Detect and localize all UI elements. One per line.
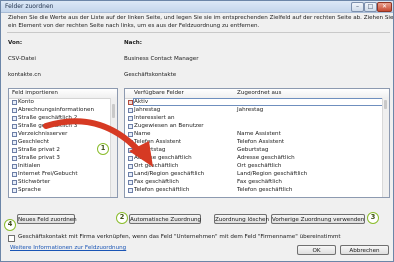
available-field-label: Fax geschäftlich bbox=[134, 179, 179, 185]
instructions: Ziehen Sie die Werte aus der Liste auf d… bbox=[8, 15, 394, 30]
available-field-row[interactable]: Telefon geschäftlich Telefon geschäftlich bbox=[125, 187, 389, 194]
available-field-row[interactable]: Interessiert an bbox=[125, 115, 389, 122]
available-field-row[interactable]: Telefon Assistent Telefon Assistent bbox=[125, 139, 389, 146]
import-field-label: Initialen bbox=[18, 163, 41, 169]
mapped-from-value: Name Assistent bbox=[237, 131, 281, 137]
field-icon bbox=[12, 148, 17, 153]
import-field-label: Stichwörter bbox=[18, 179, 51, 185]
field-mapping-dialog: Felder zuordnen – □ ✕ Ziehen Sie die Wer… bbox=[0, 0, 394, 262]
to-label: Nach: bbox=[124, 40, 142, 46]
from-label: Von: bbox=[8, 40, 23, 46]
available-field-row[interactable]: Fax geschäftlich Fax geschäftlich bbox=[125, 179, 389, 186]
from-file: kontakte.cn bbox=[8, 72, 41, 78]
import-field-header: Feld importieren bbox=[9, 89, 117, 99]
available-fields-scrollbar[interactable] bbox=[382, 98, 389, 197]
import-field-header-label: Feld importieren bbox=[12, 90, 58, 96]
mapped-from-value: Fax geschäftlich bbox=[237, 179, 282, 185]
available-field-row[interactable]: Adresse geschäftlich Adresse geschäftlich bbox=[125, 155, 389, 162]
help-link[interactable]: Weitere Informationen zur Feldzuordnung bbox=[10, 245, 126, 251]
import-field-label: Sprache bbox=[18, 187, 41, 193]
mapped-from-value: Jahrestag bbox=[237, 107, 264, 113]
drag-arrow-shaft bbox=[43, 118, 144, 156]
mapped-from-value: Ort geschäftlich bbox=[237, 163, 282, 169]
import-field-item[interactable]: Sprache bbox=[9, 187, 117, 194]
available-field-row[interactable]: Ort geschäftlich Ort geschäftlich bbox=[125, 163, 389, 170]
field-icon bbox=[128, 188, 133, 193]
available-field-label: Telefon geschäftlich bbox=[134, 187, 190, 193]
import-field-item[interactable]: Stichwörter bbox=[9, 179, 117, 186]
field-icon bbox=[12, 188, 17, 193]
close-button[interactable]: ✕ bbox=[377, 2, 392, 12]
link-company-checkbox[interactable] bbox=[8, 235, 15, 242]
available-field-row[interactable]: Zugewiesen an Benutzer bbox=[125, 123, 389, 130]
field-icon bbox=[12, 116, 17, 121]
field-icon bbox=[128, 172, 133, 177]
import-field-label: Konto bbox=[18, 99, 34, 105]
mapped-from-value: Telefon Assistent bbox=[237, 139, 285, 145]
to-target: Business Contact Manager bbox=[124, 56, 199, 62]
field-icon bbox=[12, 140, 17, 145]
available-field-row[interactable]: Aktiv bbox=[125, 98, 389, 106]
import-field-item[interactable]: Internet Frei/Gebucht bbox=[9, 171, 117, 178]
to-type: Geschäftskontakte bbox=[124, 72, 177, 78]
available-field-row[interactable]: Jahrestag Jahrestag bbox=[125, 107, 389, 114]
cancel-button[interactable]: Abbrechen bbox=[340, 245, 389, 255]
title-bar: Felder zuordnen – □ ✕ bbox=[1, 1, 393, 13]
clear-mapping-button[interactable]: Zuordnung löschen bbox=[214, 214, 269, 224]
ok-button[interactable]: OK bbox=[297, 245, 336, 255]
field-icon bbox=[12, 132, 17, 137]
automatic-mapping-button[interactable]: Automatische Zuordnung bbox=[129, 214, 201, 224]
available-field-row[interactable]: Name Name Assistent bbox=[125, 131, 389, 138]
callout-3: 3 bbox=[367, 212, 379, 224]
divider bbox=[7, 32, 390, 33]
window-title: Felder zuordnen bbox=[5, 3, 54, 10]
available-fields-header: Verfügbare Felder Zugeordnet aus bbox=[125, 89, 389, 99]
available-field-label: Land/Region geschäftlich bbox=[134, 171, 205, 177]
link-company-label: Geschäftskontakt mit Firma verknüpfen, w… bbox=[18, 234, 341, 240]
available-fields-list[interactable]: Verfügbare Felder Zugeordnet aus Aktiv Ja… bbox=[124, 88, 390, 198]
instructions-line-2: ein Element von der rechten Seite nach l… bbox=[8, 22, 260, 29]
import-field-label: Internet Frei/Gebucht bbox=[18, 171, 78, 177]
field-icon bbox=[128, 180, 133, 185]
mapped-from-value: Adresse geschäftlich bbox=[237, 155, 295, 161]
selected-row-outline bbox=[133, 98, 383, 106]
field-icon bbox=[12, 156, 17, 161]
available-fields-header-label: Verfügbare Felder bbox=[134, 90, 184, 96]
drag-arrow bbox=[43, 118, 153, 167]
minimize-button[interactable]: – bbox=[351, 2, 364, 12]
field-icon bbox=[12, 124, 17, 129]
callout-2: 2 bbox=[116, 212, 128, 224]
previous-mapping-button[interactable]: Vorherige Zuordnung verwenden bbox=[271, 214, 365, 224]
maximize-button[interactable]: □ bbox=[364, 2, 377, 12]
new-field-mapping-button[interactable]: Neues Feld zuordnen bbox=[17, 214, 77, 224]
mapped-from-header-label: Zugeordnet aus bbox=[237, 90, 282, 96]
field-icon bbox=[12, 108, 17, 113]
field-icon bbox=[12, 100, 17, 105]
mapped-from-value: Geburtstag bbox=[237, 147, 269, 153]
field-icon bbox=[12, 164, 17, 169]
callout-1: 1 bbox=[97, 143, 109, 155]
field-icon bbox=[12, 172, 17, 177]
from-source: CSV-Datei bbox=[8, 56, 36, 62]
field-icon bbox=[12, 180, 17, 185]
scrollbar-thumb[interactable] bbox=[384, 100, 387, 109]
available-field-row[interactable]: GeburtstagGeburtstag bbox=[125, 147, 389, 154]
mapped-from-value: Telefon geschäftlich bbox=[237, 187, 293, 193]
callout-4: 4 bbox=[4, 219, 16, 231]
instructions-line-1: Ziehen Sie die Werte aus der Liste auf d… bbox=[8, 15, 394, 21]
available-field-row[interactable]: Land/Region geschäftlich Land/Region gesc… bbox=[125, 171, 389, 178]
mapped-from-value: Land/Region geschäftlich bbox=[237, 171, 308, 177]
